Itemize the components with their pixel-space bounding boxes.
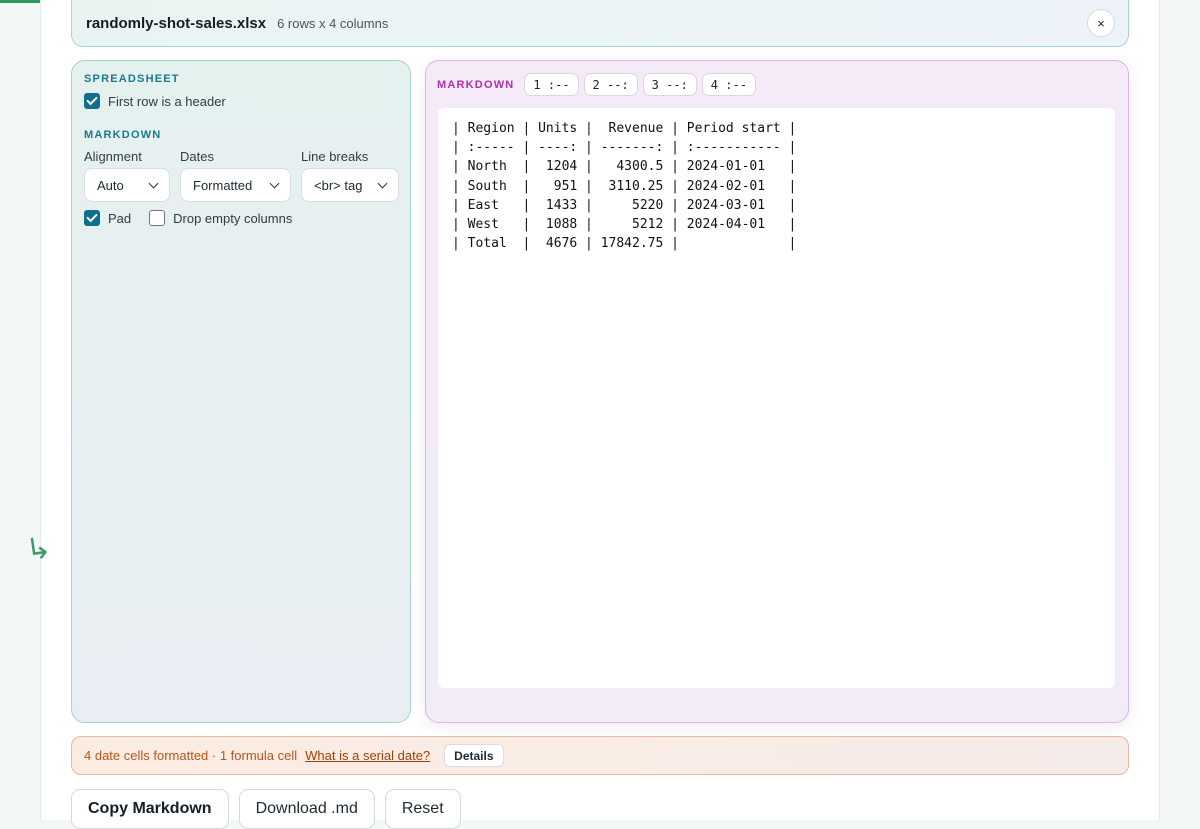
alignment-label: Alignment [84, 149, 142, 164]
spreadsheet-section-label: SPREADSHEET [84, 73, 180, 85]
alignment-value: Auto [97, 177, 124, 193]
serial-date-link[interactable]: What is a serial date? [305, 748, 430, 763]
markdown-output[interactable]: | Region | Units | Revenue | Period star… [438, 108, 1115, 688]
file-header: randomly-shot-sales.xlsx 6 rows x 4 colu… [71, 0, 1129, 47]
column-align-chip-4[interactable]: 4 :-- [701, 73, 756, 96]
pad-drop-options: Pad Drop empty columns [84, 210, 398, 226]
line-breaks-select[interactable]: <br> tag [301, 168, 399, 202]
chevron-down-icon [148, 178, 159, 188]
alignment-select[interactable]: Auto [84, 168, 170, 202]
markdown-options: Alignment Auto Dates Formatted Line brea… [84, 149, 399, 202]
alignment-group: Alignment Auto [84, 149, 170, 202]
column-align-chip-1[interactable]: 1 :-- [524, 73, 579, 96]
markdown-panel: MARKDOWN 1 :-- 2 --: 3 --: 4 :-- | Regio… [425, 60, 1129, 723]
settings-panel: SPREADSHEET First row is a header MARKDO… [71, 60, 411, 723]
dates-group: Dates Formatted [180, 149, 291, 202]
dates-label: Dates [180, 149, 214, 164]
column-align-chip-2[interactable]: 2 --: [583, 73, 638, 96]
markdown-header: MARKDOWN 1 :-- 2 --: 3 --: 4 :-- [437, 73, 761, 96]
column-align-chip-3[interactable]: 3 --: [642, 73, 697, 96]
header-row-checkbox[interactable] [84, 93, 100, 109]
pad-option[interactable]: Pad [84, 210, 131, 226]
line-breaks-label: Line breaks [301, 149, 369, 164]
line-breaks-value: <br> tag [314, 177, 363, 193]
action-bar: Copy Markdown Download .md Reset [71, 789, 471, 829]
dates-value: Formatted [193, 177, 253, 193]
drop-empty-checkbox[interactable] [149, 210, 166, 226]
close-icon: × [1097, 15, 1105, 31]
chevron-down-icon [269, 178, 280, 188]
info-bar: 4 date cells formatted · 1 formula cell … [71, 736, 1129, 775]
details-button[interactable]: Details [444, 744, 504, 767]
decorative-logo-icon: ↳ [23, 530, 54, 569]
pad-label: Pad [108, 210, 132, 226]
drop-empty-label: Drop empty columns [173, 210, 293, 226]
drop-empty-option[interactable]: Drop empty columns [149, 210, 292, 226]
close-file-button[interactable]: × [1087, 9, 1115, 37]
file-name: randomly-shot-sales.xlsx [86, 14, 267, 32]
copy-markdown-button[interactable]: Copy Markdown [71, 789, 229, 829]
markdown-section-label: MARKDOWN [84, 129, 162, 141]
info-summary: 4 date cells formatted · 1 formula cell [84, 748, 298, 763]
download-md-button[interactable]: Download .md [238, 789, 375, 829]
chevron-down-icon [377, 178, 388, 188]
file-dimensions: 6 rows x 4 columns [277, 15, 389, 31]
line-breaks-group: Line breaks <br> tag [301, 149, 399, 202]
header-row-option[interactable]: First row is a header [84, 93, 398, 109]
pad-checkbox[interactable] [84, 210, 100, 226]
reset-button[interactable]: Reset [384, 789, 461, 829]
header-row-label: First row is a header [108, 93, 226, 109]
markdown-title: MARKDOWN [437, 78, 515, 91]
dates-select[interactable]: Formatted [180, 168, 291, 202]
